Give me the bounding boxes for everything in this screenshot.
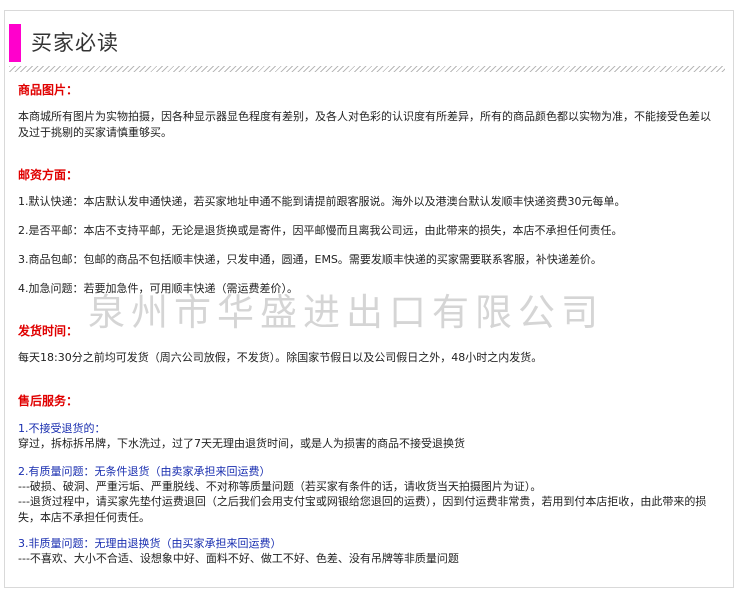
photos-text: 本商城所有图片为实物拍摄，因各种显示器显色程度有差别，及各人对色彩的认识度有所差… bbox=[18, 110, 711, 139]
after-sales-item2-line2: ---退货过程中，请买家先垫付运费退回（之后我们会用支付宝或网银给您退回的运费）… bbox=[18, 495, 707, 524]
shipping-item-1: 1.默认快递：本店默认发申通快递，若买家地址申通不能到请提前跟客服说。海外以及港… bbox=[18, 195, 626, 208]
delivery-text: 每天18:30分之前均可发货（周六公司放假，不发货）。除国家节假日以及公司假日之… bbox=[18, 351, 543, 364]
section-header: 买家必读 bbox=[9, 24, 725, 62]
after-sales-item1-text: 穿过，拆标拆吊牌，下水洗过，过了7天无理由退货时间，或是人为损害的商品不接受退换… bbox=[18, 437, 465, 450]
shipping-item-2: 2.是否平邮：本店不支持平邮，无论是退货换或是寄件，因平邮慢而且离我公司远，由此… bbox=[18, 224, 623, 237]
after-sales-item3-text: ---不喜欢、大小不合适、设想象中好、面料不好、做工不好、色差、没有吊牌等非质量… bbox=[18, 552, 459, 565]
after-sales-heading: 售后服务： bbox=[18, 394, 79, 408]
photos-heading: 商品图片： bbox=[18, 83, 79, 97]
delivery-heading: 发货时间： bbox=[18, 324, 79, 338]
after-sales-item3-title: 3.非质量问题：无理由退换货（由买家承担来回运费） bbox=[18, 537, 282, 550]
page-title: 买家必读 bbox=[31, 31, 119, 55]
shipping-item-3: 3.商品包邮：包邮的商品不包括顺丰快递，只发申通，圆通，EMS。需要发顺丰快递的… bbox=[18, 253, 602, 266]
shipping-item-4: 4.加急问题：若要加急件，可用顺丰快递（需运费差价）。 bbox=[18, 282, 298, 295]
after-sales-item2-line1: ---破损、破洞、严重污垢、严重脱线、不对称等质量问题（若买家有条件的话，请收货… bbox=[18, 480, 542, 493]
after-sales-item2-title: 2.有质量问题：无条件退货（由卖家承担来回运费） bbox=[18, 465, 271, 478]
hatched-divider bbox=[9, 66, 725, 72]
after-sales-item1-title: 1.不接受退货的： bbox=[18, 422, 106, 435]
shipping-heading: 邮资方面： bbox=[18, 168, 79, 182]
header-accent-bar bbox=[9, 24, 21, 62]
